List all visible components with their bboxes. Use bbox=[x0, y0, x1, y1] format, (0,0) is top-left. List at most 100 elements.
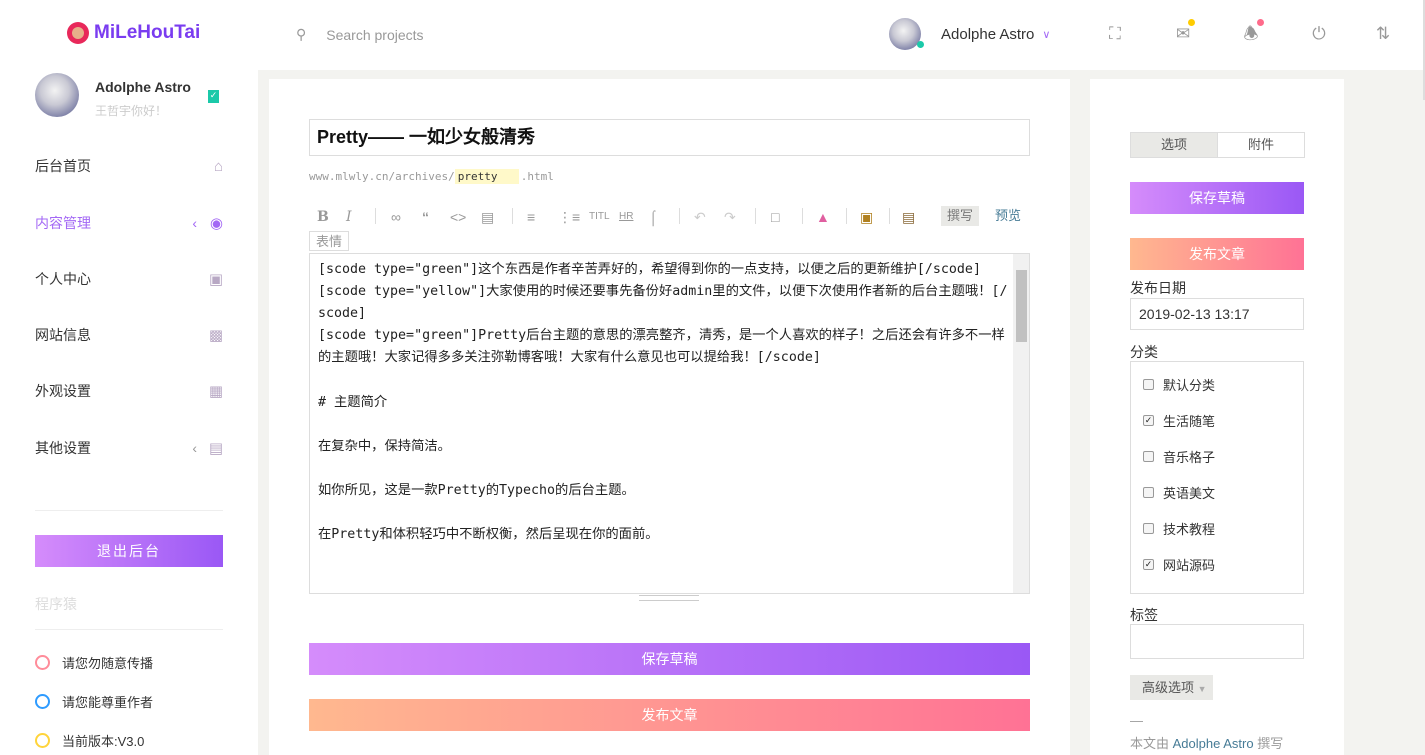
quote-icon[interactable]: “ bbox=[422, 208, 429, 226]
house-icon[interactable]: ▲ bbox=[816, 208, 830, 226]
search-icon: ⚲ bbox=[296, 26, 307, 42]
chevron-left-icon: ‹ bbox=[192, 215, 197, 231]
checkbox bbox=[1143, 379, 1154, 390]
note-item: 请您勿随意传播 bbox=[35, 653, 153, 672]
circle-icon bbox=[35, 694, 50, 709]
power-icon[interactable]: ⏻ bbox=[1309, 24, 1329, 44]
bookmark-check-icon: ✓ bbox=[208, 90, 219, 103]
notebook-icon[interactable]: ▤ bbox=[902, 208, 915, 226]
checkbox: ✓ bbox=[1143, 559, 1154, 570]
note-item: 当前版本:V3.0 bbox=[35, 731, 144, 750]
grid-icon: ▦ bbox=[208, 383, 223, 400]
category-checkbox[interactable]: 默认分类 bbox=[1143, 375, 1215, 394]
checkbox bbox=[1143, 523, 1154, 534]
code-icon[interactable]: <> bbox=[450, 208, 466, 226]
circle-icon bbox=[35, 655, 50, 670]
author-line: 本文由 Adolphe Astro 撰写 bbox=[1130, 736, 1284, 751]
avatar bbox=[889, 18, 924, 50]
tab-write[interactable]: 撰写 bbox=[941, 206, 980, 226]
search-input[interactable]: Search projects bbox=[326, 27, 423, 43]
fullscreen-icon[interactable]: □ bbox=[771, 208, 779, 226]
checkbox: ✓ bbox=[1143, 415, 1154, 426]
panel-tabs: 选项 附件 bbox=[1130, 132, 1305, 158]
publish-button[interactable]: 发布文章 bbox=[1130, 238, 1304, 270]
advanced-options-button[interactable]: 高级选项 ▼ bbox=[1130, 675, 1213, 700]
category-list: 默认分类 ✓ 生活随笔 音乐格子 英语美文 技术教程 ✓ 网站源码 bbox=[1130, 361, 1304, 594]
permalink: www.mlwly.cn/archives/pretty .html bbox=[309, 169, 554, 184]
search[interactable]: ⚲ Search projects bbox=[296, 26, 424, 43]
list-icon[interactable]: ⇅ bbox=[1373, 24, 1393, 44]
sidebar-item-site-info[interactable]: 网站信息 ▩ bbox=[35, 323, 223, 347]
category-checkbox[interactable]: 音乐格子 bbox=[1143, 447, 1215, 466]
bell-icon[interactable]: 🕭 bbox=[1241, 19, 1264, 44]
sidebar-item-profile[interactable]: 个人中心 ▣ bbox=[35, 267, 223, 291]
avatar bbox=[35, 73, 79, 117]
date-input[interactable]: 2019-02-13 13:17 bbox=[1130, 298, 1304, 330]
mail-icon[interactable]: ✉ bbox=[1173, 19, 1195, 44]
unordered-list-icon[interactable]: ⋮≡ bbox=[558, 208, 580, 226]
home-icon: ⌂ bbox=[213, 157, 223, 175]
options-panel: 选项 附件 保存草稿 发布文章 发布日期 2019-02-13 13:17 分类 … bbox=[1090, 79, 1344, 755]
save-draft-button[interactable]: 保存草稿 bbox=[1130, 182, 1304, 214]
category-checkbox[interactable]: 技术教程 bbox=[1143, 519, 1215, 538]
sidebar-item-appearance[interactable]: 外观设置 ▦ bbox=[35, 379, 223, 403]
tab-options[interactable]: 选项 bbox=[1131, 133, 1218, 157]
content-textarea[interactable]: [scode type="green"]这个东西是作者辛苦弄好的，希望得到你的一… bbox=[309, 253, 1030, 594]
toolbox-icon: ▤ bbox=[208, 440, 223, 457]
editor-panel: Pretty—— 一如少女般清秀 www.mlwly.cn/archives/p… bbox=[269, 79, 1070, 755]
sidebar-user: Adolphe Astro 王哲宇你好！ bbox=[35, 73, 191, 118]
fullscreen-icon[interactable]: ⛶ bbox=[1105, 24, 1125, 44]
divider bbox=[35, 510, 223, 511]
user-name: Adolphe Astro bbox=[941, 25, 1035, 43]
emoji-button[interactable]: 表情 bbox=[309, 231, 350, 251]
note-item: 请您能尊重作者 bbox=[35, 692, 153, 711]
sidebar: Adolphe Astro 王哲宇你好！ ✓ 后台首页 ⌂ 内容管理 ‹ ◉ 个人中心… bbox=[0, 70, 258, 755]
section-heading: 程序猿 bbox=[35, 596, 77, 612]
divider bbox=[35, 629, 223, 630]
title-input[interactable]: Pretty—— 一如少女般清秀 bbox=[309, 119, 1030, 156]
contact-icon: ▣ bbox=[208, 271, 223, 288]
sidebar-item-home[interactable]: 后台首页 ⌂ bbox=[35, 154, 223, 178]
image-icon[interactable]: ▤ bbox=[481, 208, 494, 226]
checkbox bbox=[1143, 487, 1154, 498]
caret-down-icon: ▼ bbox=[1197, 684, 1207, 694]
category-checkbox[interactable]: 英语美文 bbox=[1143, 483, 1215, 502]
category-checkbox[interactable]: ✓ 生活随笔 bbox=[1143, 411, 1215, 430]
camera-icon[interactable]: ▣ bbox=[860, 208, 873, 226]
top-bar: MiLeHouTai ⚲ Search projects Adolphe Astr… bbox=[0, 0, 1425, 70]
bar-chart-icon: ▩ bbox=[208, 327, 223, 344]
category-label: 分类 bbox=[1130, 344, 1158, 360]
link-icon[interactable]: ∞ bbox=[391, 208, 401, 226]
logo[interactable]: MiLeHouTai bbox=[67, 22, 200, 44]
slug-input[interactable]: pretty bbox=[454, 169, 519, 184]
editor-toolbar: B I ∞ “ <> ▤ ≡ ⋮≡ TITL HR ⌠ ↶ ↷ □ ▲ ▣ ▤ … bbox=[309, 206, 1030, 252]
undo-icon[interactable]: ↶ bbox=[694, 208, 706, 226]
circle-icon bbox=[35, 733, 50, 748]
target-icon: ◉ bbox=[209, 215, 223, 232]
publish-button[interactable]: 发布文章 bbox=[309, 699, 1030, 731]
user-menu[interactable]: Adolphe Astro ∨ bbox=[889, 18, 1050, 50]
italic-icon[interactable]: I bbox=[346, 208, 352, 226]
save-draft-button[interactable]: 保存草稿 bbox=[309, 643, 1030, 675]
ordered-list-icon[interactable]: ≡ bbox=[527, 208, 535, 226]
redo-icon[interactable]: ↷ bbox=[724, 208, 736, 226]
resize-handle[interactable] bbox=[639, 595, 699, 601]
hr-icon[interactable]: HR bbox=[619, 208, 633, 226]
date-label: 发布日期 bbox=[1130, 280, 1186, 296]
more-icon[interactable]: ⌠ bbox=[649, 208, 657, 226]
bold-icon[interactable]: B bbox=[317, 208, 329, 226]
scrollbar[interactable] bbox=[1013, 254, 1029, 593]
tags-input[interactable] bbox=[1130, 624, 1304, 659]
sidebar-item-content[interactable]: 内容管理 ‹ ◉ bbox=[35, 211, 223, 235]
author-link[interactable]: Adolphe Astro bbox=[1173, 736, 1254, 751]
heading-icon[interactable]: TITL bbox=[589, 208, 610, 226]
sidebar-item-other[interactable]: 其他设置 ‹ ▤ bbox=[35, 436, 223, 460]
logo-icon bbox=[67, 22, 89, 44]
checkbox bbox=[1143, 451, 1154, 462]
chevron-left-icon: ‹ bbox=[192, 440, 197, 456]
logout-button[interactable]: 退出后台 bbox=[35, 535, 223, 567]
category-checkbox[interactable]: ✓ 网站源码 bbox=[1143, 555, 1215, 574]
tab-preview[interactable]: 预览 bbox=[989, 206, 1027, 226]
tab-attachments[interactable]: 附件 bbox=[1218, 133, 1304, 157]
chevron-down-icon: ∨ bbox=[1042, 28, 1051, 41]
